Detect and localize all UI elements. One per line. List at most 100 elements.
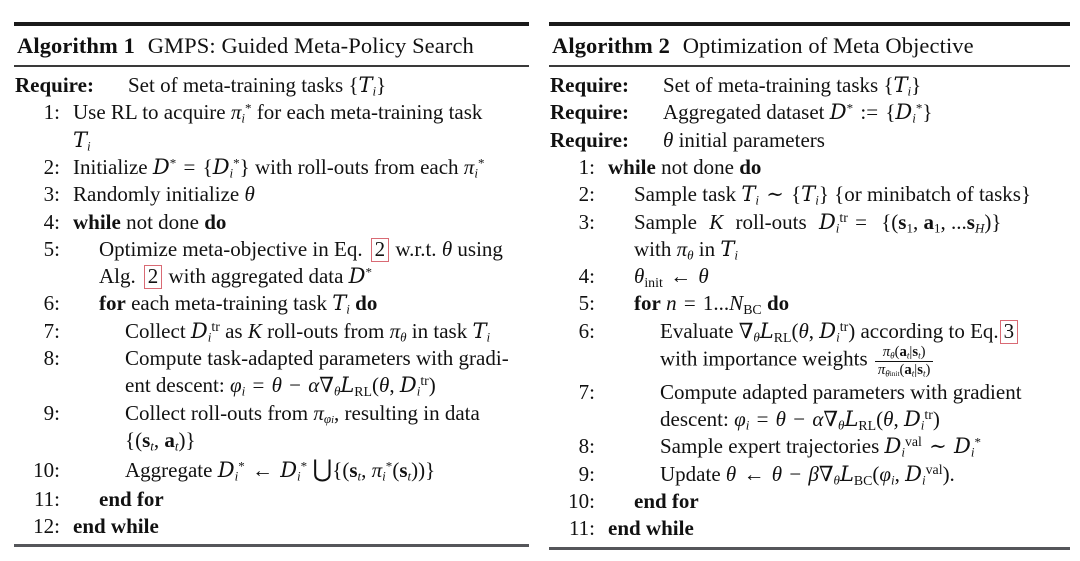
algorithm-2-require-row-2: Require: Aggregated dataset D* := {Di*} [549, 99, 1070, 126]
line-number: 3: [43, 182, 60, 207]
line-number: 8: [43, 346, 60, 371]
algorithm-1-line-8-cont: ent descent: φi = θ − α∇θLRL(θ, Ditr) [14, 372, 529, 399]
algorithm-1-line-8: 8: Compute task-adapted parameters with … [14, 345, 529, 372]
line-number: 5: [43, 236, 60, 261]
line-number: 7: [43, 318, 60, 343]
algorithm-1-line-5: 5: Optimize meta-objective in Eq. 2 w.r.t… [14, 236, 529, 263]
algorithm-1-line-9-cont: {(st, at)} [14, 427, 529, 454]
eq-reference-link[interactable]: 3 [999, 319, 1019, 344]
require-keyword: Require: [15, 73, 94, 98]
line-text-cont: Alg. 2 with aggregated data D* [99, 264, 373, 290]
algorithm-1-line-1-cont: Ti [14, 127, 529, 154]
line-number: 12: [33, 513, 60, 538]
algorithm-2-line-6: 6: Evaluate ∇θLRL(θ, Ditr) according to … [549, 318, 1070, 345]
line-number: 11: [33, 486, 60, 511]
algorithm-2-label: Algorithm 2 [552, 33, 670, 58]
line-text-cont: Ti [73, 127, 91, 154]
line-text: end for [99, 486, 164, 511]
line-number: 2: [578, 182, 595, 207]
require-keyword: Require: [550, 73, 629, 98]
line-text-cont: ent descent: φi = θ − α∇θLRL(θ, Ditr) [125, 373, 436, 400]
line-number: 7: [578, 379, 595, 404]
algorithm-2-title-text: Optimization of Meta Objective [682, 33, 974, 58]
line-text: while not done do [73, 209, 227, 234]
line-number: 10: [568, 489, 595, 514]
line-number: 4: [578, 264, 595, 289]
algorithm-2-line-4: 4: θinit ← θ [549, 263, 1070, 290]
line-text: Update θ ← θ − β∇θLBC(φi, Dival). [660, 461, 955, 488]
line-text: for each meta-training task Ti do [99, 291, 378, 318]
eq-reference-link[interactable]: 2 [370, 237, 390, 262]
algorithm-2-line-10: 10: end for [549, 488, 1070, 515]
algorithm-2-line-3: 3: Sample K roll-outs Ditr = {(s1, a1, .… [549, 209, 1070, 236]
line-text: Sample task Ti ∼ {Ti} {or minibatch of t… [634, 182, 1032, 208]
algorithm-2-require-row-1: Require: Set of meta-training tasks {Ti} [549, 72, 1070, 99]
algorithm-1-require-row: Require: Set of meta-training tasks {Ti} [14, 72, 529, 99]
line-number: 2: [43, 154, 60, 179]
require-text: Set of meta-training tasks {Ti} [128, 73, 387, 99]
line-text: Collect Ditr as K roll-outs from πθ in t… [125, 318, 491, 345]
algorithm-1-line-4: 4: while not done do [14, 209, 529, 236]
algorithm-1-line-2: 2: Initialize D* = {Di*} with roll-outs … [14, 154, 529, 181]
algorithm-1-line-10: 10: Aggregate Di* ← Di* ⋃{(st, πi*(st))} [14, 454, 529, 485]
algorithm-2-line-9: 9: Update θ ← θ − β∇θLBC(φi, Dival). [549, 461, 1070, 488]
line-text: while not done do [608, 154, 762, 179]
algorithm-1-line-11: 11: end for [14, 486, 529, 513]
algorithm-2-require-row-3: Require: θ initial parameters [549, 127, 1070, 154]
algorithm-2-line-7: 7: Compute adapted parameters with gradi… [549, 379, 1070, 406]
line-text: Sample K roll-outs Ditr = {(s1, a1, ...s… [634, 209, 1002, 236]
line-number: 6: [43, 291, 60, 316]
require-text: Set of meta-training tasks {Ti} [663, 73, 922, 99]
line-text: end while [73, 513, 159, 538]
line-number: 5: [578, 291, 595, 316]
algorithm-2-line-2: 2: Sample task Ti ∼ {Ti} {or minibatch o… [549, 181, 1070, 208]
line-text: Evaluate ∇θLRL(θ, Ditr) according to Eq.… [604, 318, 1070, 345]
line-number: 10: [33, 458, 60, 483]
algorithm-1-line-3: 3: Randomly initialize θ [14, 181, 529, 208]
line-text: Aggregate Di* ← Di* ⋃{(st, πi*(st))} [125, 456, 436, 484]
algorithm-1-line-5-cont: Alg. 2 with aggregated data D* [14, 263, 529, 290]
algorithm-2-block: Algorithm 2 Optimization of Meta Objecti… [549, 22, 1070, 550]
algorithm-1-line-7: 7: Collect Ditr as K roll-outs from πθ i… [14, 318, 529, 345]
line-text-cont: {(st, at)} [125, 427, 196, 454]
algorithm-1-line-12: 12: end while [14, 513, 529, 540]
require-keyword: Require: [550, 127, 629, 152]
algorithm-2-body: Require: Set of meta-training tasks {Ti}… [549, 67, 1070, 547]
line-text: Compute adapted parameters with gradient [660, 379, 1022, 404]
require-text: θ initial parameters [663, 127, 825, 152]
line-number: 8: [578, 434, 595, 459]
line-text-cont: with πθ in Ti [634, 236, 739, 263]
algorithm-2-line-11: 11: end while [549, 515, 1070, 542]
line-text: θinit ← θ [634, 264, 709, 290]
algorithm-1-title: Algorithm 1 GMPS: Guided Meta-Policy Sea… [14, 26, 529, 65]
line-text: Initialize D* = {Di*} with roll-outs fro… [73, 154, 485, 181]
algorithm-2-line-7-cont: descent: φi = θ − α∇θLRL(θ, Ditr) [549, 406, 1070, 433]
algorithm-2-line-8: 8: Sample expert trajectories Dival ∼ Di… [549, 433, 1070, 460]
line-text: Sample expert trajectories Dival ∼ Di* [660, 434, 981, 461]
line-text: Use RL to acquire πi* for each meta-trai… [73, 100, 483, 126]
line-text-cont: descent: φi = θ − α∇θLRL(θ, Ditr) [660, 407, 940, 434]
algorithm-2-line-6-cont: with importance weights πθ(at|st) πθinit(… [549, 344, 1070, 379]
algorithm-2-line-1: 1: while not done do [549, 154, 1070, 181]
line-number: 1: [578, 154, 595, 179]
require-keyword: Require: [550, 100, 629, 125]
algorithm-2-title: Algorithm 2 Optimization of Meta Objecti… [549, 26, 1070, 65]
line-text-cont: with importance weights πθ(at|st) πθinit(… [604, 344, 1070, 379]
algorithm-1-line-9: 9: Collect roll-outs from πφi, resulting… [14, 400, 529, 427]
line-number: 11: [568, 516, 595, 541]
algorithm-1-label: Algorithm 1 [17, 33, 135, 58]
algorithm-1-title-text: GMPS: Guided Meta-Policy Search [147, 33, 474, 58]
line-text: Optimize meta-objective in Eq. 2 w.r.t. θ… [99, 236, 503, 262]
algorithm-1-line-6: 6: for each meta-training task Ti do [14, 290, 529, 317]
algorithm-1-line-1: 1: Use RL to acquire πi* for each meta-t… [14, 99, 529, 126]
line-number: 4: [43, 209, 60, 234]
line-text: Compute task-adapted parameters with gra… [125, 346, 509, 371]
alg-reference-link[interactable]: 2 [143, 265, 163, 290]
line-number: 1: [43, 100, 60, 125]
algorithm-2-line-5: 5: for n = 1...NBC do [549, 290, 1070, 317]
importance-weight-fraction: πθ(at|st) πθinit(at|st) [874, 344, 934, 379]
line-number: 9: [43, 400, 60, 425]
line-text: Randomly initialize θ [73, 182, 255, 207]
require-text: Aggregated dataset D* := {Di*} [663, 100, 933, 126]
line-text: end for [634, 489, 699, 514]
